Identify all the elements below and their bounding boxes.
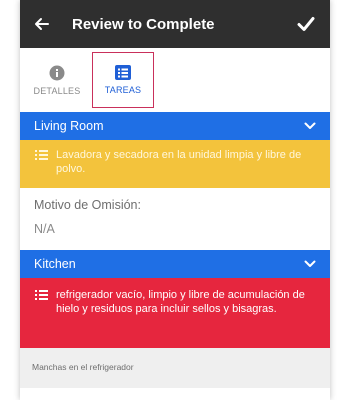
check-icon [297, 17, 315, 31]
section-title: Living Room [34, 119, 104, 133]
app-bar: Review to Complete [20, 0, 330, 48]
info-icon [49, 65, 65, 80]
tab-label: DETALLES [33, 85, 81, 96]
tab-tareas[interactable]: TAREAS [92, 52, 154, 108]
chevron-down-icon [304, 260, 316, 267]
list-icon [115, 65, 131, 80]
section-header-living-room[interactable]: Living Room [20, 112, 330, 140]
chevron-down-icon [304, 122, 316, 129]
section-title: Kitchen [34, 257, 76, 271]
task-item[interactable]: refrigerador vacío, limpio y libre de ac… [20, 278, 330, 348]
app-screen: Review to Complete DETALLES TAREAS Livin… [20, 0, 330, 400]
tab-label: TAREAS [104, 85, 142, 95]
back-button[interactable] [20, 0, 64, 48]
section-header-kitchen[interactable]: Kitchen [20, 250, 330, 278]
page-title: Review to Complete [72, 15, 215, 33]
tab-detalles[interactable]: DETALLES [26, 52, 88, 108]
omission-value: N/A [34, 222, 55, 236]
task-list-icon [35, 290, 48, 300]
task-item[interactable]: Lavadora y secadora en la unidad limpia … [20, 140, 330, 188]
confirm-button[interactable] [286, 0, 326, 48]
omission-label: Motivo de Omisión: [34, 198, 141, 212]
task-text: Lavadora y secadora en la unidad limpia … [56, 149, 302, 175]
task-text: refrigerador vacío, limpio y libre de ac… [56, 289, 305, 315]
tab-bar: DETALLES TAREAS [20, 48, 330, 112]
task-list-icon [35, 150, 48, 160]
note-label: Manchas en el refrigerador [32, 362, 134, 372]
screenshot-frame: Review to Complete DETALLES TAREAS Livin… [0, 0, 338, 400]
arrow-left-icon [35, 18, 49, 30]
omission-reason-field[interactable]: Motivo de Omisión: N/A [20, 188, 330, 250]
note-field[interactable]: Manchas en el refrigerador [20, 348, 330, 388]
